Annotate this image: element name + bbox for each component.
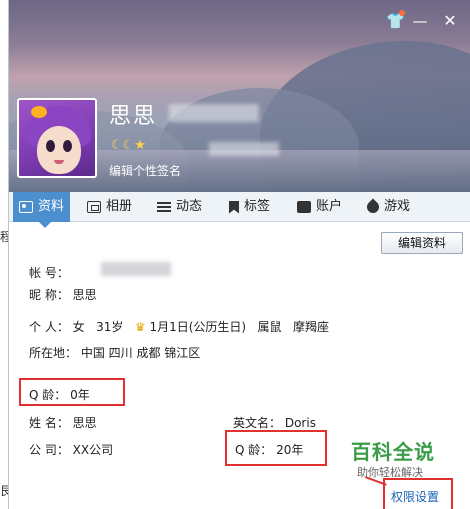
account-row: 帐 号： xyxy=(29,264,69,281)
tab-label: 资料 xyxy=(38,199,65,214)
wallet-icon xyxy=(297,201,311,213)
account-label: 帐 号： xyxy=(29,266,69,280)
photo-album-icon xyxy=(87,201,101,213)
birthday-value: 1月1日(公历生日) xyxy=(149,320,247,334)
tab-tags[interactable]: 标签 xyxy=(229,192,270,222)
avatar-bow xyxy=(31,106,47,118)
qage2-label: Q 龄： xyxy=(235,443,273,457)
left-background-strip: 程 艮 xyxy=(0,0,12,509)
skin-button[interactable]: 👕 xyxy=(386,10,405,30)
english-name-row: 英文名： Doris xyxy=(233,414,316,431)
qage-value: 0年 xyxy=(70,388,90,402)
blurred-info xyxy=(209,142,279,156)
tab-label: 游戏 xyxy=(384,199,411,214)
zodiac-value: 属鼠 xyxy=(257,320,282,334)
minimize-button[interactable]: — xyxy=(411,12,429,30)
tab-label: 账户 xyxy=(316,199,343,214)
company-row: 公 司： XX公司 xyxy=(29,441,113,458)
watermark-title: 百科全说 xyxy=(351,440,435,464)
nickname-row: 昵 称： 思思 xyxy=(29,286,97,303)
tab-label: 标签 xyxy=(244,199,271,214)
age-value: 31岁 xyxy=(96,320,124,334)
bookmark-tag-icon xyxy=(229,200,239,214)
close-button[interactable]: ✕ xyxy=(441,12,459,30)
profile-window: 👕 — ✕ 思思 ☾☾★ 编辑个性签名 资料 相册 动态 标签 账户 游戏 编辑… xyxy=(8,0,470,509)
name-row: 姓 名： 思思 xyxy=(29,414,97,431)
blurred-account-number xyxy=(169,104,259,122)
notification-dot xyxy=(399,10,405,16)
header-banner: 👕 — ✕ 思思 ☾☾★ 编辑个性签名 xyxy=(9,0,470,192)
edit-profile-button[interactable]: 编辑资料 xyxy=(381,232,463,254)
tab-games[interactable]: 游戏 xyxy=(364,192,411,222)
qage-label: Q 龄： xyxy=(29,388,67,402)
nickname-value: 思思 xyxy=(72,288,97,302)
qage-row: Q 龄： 0年 xyxy=(29,386,90,403)
avatar-face xyxy=(37,126,81,174)
location-label: 所在地： xyxy=(29,346,78,360)
feed-list-icon xyxy=(157,201,171,213)
tab-feed[interactable]: 动态 xyxy=(157,192,202,222)
tab-profile[interactable]: 资料 xyxy=(13,192,71,228)
personal-row: 个 人： 女 31岁 ♛ 1月1日(公历生日) 属鼠 摩羯座 xyxy=(29,318,329,335)
blurred-account-value xyxy=(101,262,171,276)
avatar[interactable] xyxy=(17,98,97,178)
tab-label: 相册 xyxy=(106,199,133,214)
location-row: 所在地： 中国 四川 成都 锦江区 xyxy=(29,344,200,361)
tab-bar: 资料 相册 动态 标签 账户 游戏 xyxy=(9,192,470,228)
company-value: XX公司 xyxy=(72,443,114,457)
nickname-title: 思思 xyxy=(109,104,158,129)
qage2-value: 20年 xyxy=(276,443,304,457)
constellation-value: 摩羯座 xyxy=(293,320,330,334)
crown-icon: ♛ xyxy=(134,320,146,334)
english-name-label: 英文名： xyxy=(233,416,282,430)
watermark-logo: 百科全说 助你轻松解决 xyxy=(335,432,447,484)
qage2-row: Q 龄： 20年 xyxy=(235,441,303,458)
permission-settings-link[interactable]: 权限设置 xyxy=(391,488,439,505)
avatar-eye xyxy=(63,140,72,152)
level-icons: ☾☾★ xyxy=(111,138,146,153)
nickname-label: 昵 称： xyxy=(29,288,69,302)
signature-edit[interactable]: 编辑个性签名 xyxy=(109,162,181,179)
personal-label: 个 人： xyxy=(29,320,69,334)
rocket-icon xyxy=(364,198,382,216)
gender-value: 女 xyxy=(72,320,85,334)
avatar-eye xyxy=(46,140,55,152)
tab-label: 动态 xyxy=(176,199,203,214)
name-value: 思思 xyxy=(72,416,97,430)
tab-album[interactable]: 相册 xyxy=(87,192,132,222)
name-label: 姓 名： xyxy=(29,416,69,430)
location-value: 中国 四川 成都 锦江区 xyxy=(80,346,201,360)
company-label: 公 司： xyxy=(29,443,69,457)
avatar-mouth xyxy=(54,160,64,164)
english-name-value: Doris xyxy=(284,416,316,430)
tab-account[interactable]: 账户 xyxy=(297,192,342,222)
profile-card-icon xyxy=(19,201,33,213)
